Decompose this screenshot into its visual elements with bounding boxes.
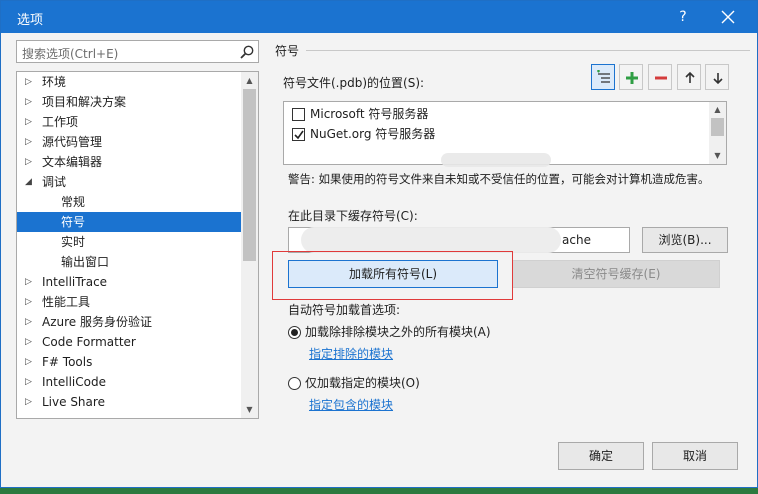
checkmark-icon	[294, 130, 304, 140]
options-tree[interactable]: ▷ 环境 ▷ 项目和解决方案 ▷ 工作项 ▷ 源代码管理 ▷ 文本编辑器 ◢ 调试 常规 符…	[16, 71, 259, 419]
title-bar: 选项 ?	[1, 1, 757, 33]
remove-location-button[interactable]	[648, 64, 672, 90]
add-location-button[interactable]	[619, 64, 643, 90]
scroll-down-icon[interactable]: ▼	[241, 401, 258, 418]
tree-item-work-items[interactable]: ▷ 工作项	[17, 112, 242, 132]
expand-arrow-icon[interactable]: ▷	[25, 152, 32, 172]
help-button[interactable]: ?	[671, 5, 695, 29]
collapse-arrow-icon[interactable]: ◢	[25, 172, 32, 192]
specify-included-modules-link[interactable]: 指定包含的模块	[309, 396, 393, 413]
tree-item-code-formatter[interactable]: ▷ Code Formatter	[17, 332, 242, 352]
move-down-button[interactable]	[705, 64, 729, 90]
expand-arrow-icon[interactable]: ▷	[25, 92, 32, 112]
expand-arrow-icon[interactable]: ▷	[25, 72, 32, 92]
load-only-specified-option[interactable]: 仅加载指定的模块(O)	[288, 374, 438, 392]
tree-item-intellitrace[interactable]: ▷ IntelliTrace	[17, 272, 242, 292]
load-all-modules-option[interactable]: 加载除排除模块之外的所有模块(A)	[288, 323, 518, 341]
remove-icon	[655, 76, 667, 80]
highlight-annotation	[272, 251, 513, 300]
ok-button[interactable]: 确定	[558, 442, 644, 470]
section-divider	[306, 50, 750, 51]
scroll-up-icon[interactable]: ▲	[241, 72, 258, 89]
tree-scrollbar[interactable]: ▲ ▼	[241, 72, 258, 418]
move-down-icon	[713, 73, 723, 85]
close-button[interactable]	[713, 5, 743, 29]
tree-item-source-control[interactable]: ▷ 源代码管理	[17, 132, 242, 152]
nuget-server-checkbox[interactable]	[292, 128, 305, 141]
clear-symbol-cache-button[interactable]: 清空符号缓存(E)	[512, 260, 720, 288]
expand-arrow-icon[interactable]: ▷	[25, 312, 32, 332]
locations-toolbar	[591, 64, 731, 92]
load-all-modules-radio[interactable]	[288, 326, 301, 339]
expand-arrow-icon[interactable]: ▷	[25, 292, 32, 312]
new-location-button[interactable]	[591, 64, 615, 90]
new-location-icon	[597, 70, 610, 83]
scroll-thumb[interactable]	[243, 89, 256, 261]
redacted-area	[441, 153, 551, 167]
tree-item-symbols[interactable]: 符号	[17, 212, 242, 232]
security-warning: 警告: 如果使用的符号文件来自未知或不受信任的位置，可能会对计算机造成危害。	[288, 172, 710, 186]
tree-item-output-window[interactable]: 输出窗口	[17, 252, 242, 272]
tree-item-environment[interactable]: ▷ 环境	[17, 72, 242, 92]
search-input[interactable]: 搜索选项(Ctrl+E)	[22, 45, 118, 62]
expand-arrow-icon[interactable]: ▷	[25, 112, 32, 132]
tree-item-projects-solutions[interactable]: ▷ 项目和解决方案	[17, 92, 242, 112]
expand-arrow-icon[interactable]: ▷	[25, 272, 32, 292]
expand-arrow-icon[interactable]: ▷	[25, 332, 32, 352]
cancel-button[interactable]: 取消	[652, 442, 738, 470]
expand-arrow-icon[interactable]: ▷	[25, 372, 32, 392]
expand-arrow-icon[interactable]: ▷	[25, 132, 32, 152]
add-icon	[626, 72, 638, 84]
move-up-icon	[685, 71, 695, 83]
browse-button[interactable]: 浏览(B)...	[642, 227, 728, 253]
scroll-up-icon[interactable]: ▲	[709, 102, 726, 118]
scroll-thumb[interactable]	[711, 118, 724, 136]
options-dialog: 选项 ? 搜索选项(Ctrl+E) ▷ 环境 ▷ 项目和解决方案 ▷ 工作项 ▷ 源代码…	[0, 0, 758, 488]
search-box[interactable]: 搜索选项(Ctrl+E)	[16, 40, 259, 63]
expand-arrow-icon[interactable]: ▷	[25, 352, 32, 372]
tree-item-text-editor[interactable]: ▷ 文本编辑器	[17, 152, 242, 172]
tree-item-general[interactable]: 常规	[17, 192, 242, 212]
cache-directory-label: 在此目录下缓存符号(C):	[288, 209, 418, 223]
section-title: 符号	[275, 44, 300, 58]
auto-load-label: 自动符号加载首选项:	[288, 303, 401, 317]
tree-item-performance-tools[interactable]: ▷ 性能工具	[17, 292, 242, 312]
search-icon[interactable]	[239, 44, 255, 60]
tree-item-intellicode[interactable]: ▷ IntelliCode	[17, 372, 242, 392]
tree-item-azure-auth[interactable]: ▷ Azure 服务身份验证	[17, 312, 242, 332]
tree-item-fsharp-tools[interactable]: ▷ F# Tools	[17, 352, 242, 372]
specify-excluded-modules-link[interactable]: 指定排除的模块	[309, 345, 393, 362]
move-up-button[interactable]	[677, 64, 701, 90]
scroll-down-icon[interactable]: ▼	[709, 148, 726, 164]
load-only-specified-radio[interactable]	[288, 377, 301, 390]
tree-item-live-share[interactable]: ▷ Live Share	[17, 392, 242, 412]
microsoft-server-checkbox[interactable]	[292, 108, 305, 121]
symbol-locations-label: 符号文件(.pdb)的位置(S):	[283, 76, 425, 90]
window-title: 选项	[17, 13, 44, 28]
expand-arrow-icon[interactable]: ▷	[25, 392, 32, 412]
tree-item-just-in-time[interactable]: 实时	[17, 232, 242, 252]
redacted-path	[301, 227, 561, 253]
server-list-scrollbar[interactable]: ▲ ▼	[709, 102, 726, 164]
close-icon	[721, 10, 735, 24]
tree-item-debugging[interactable]: ◢ 调试	[17, 172, 242, 192]
